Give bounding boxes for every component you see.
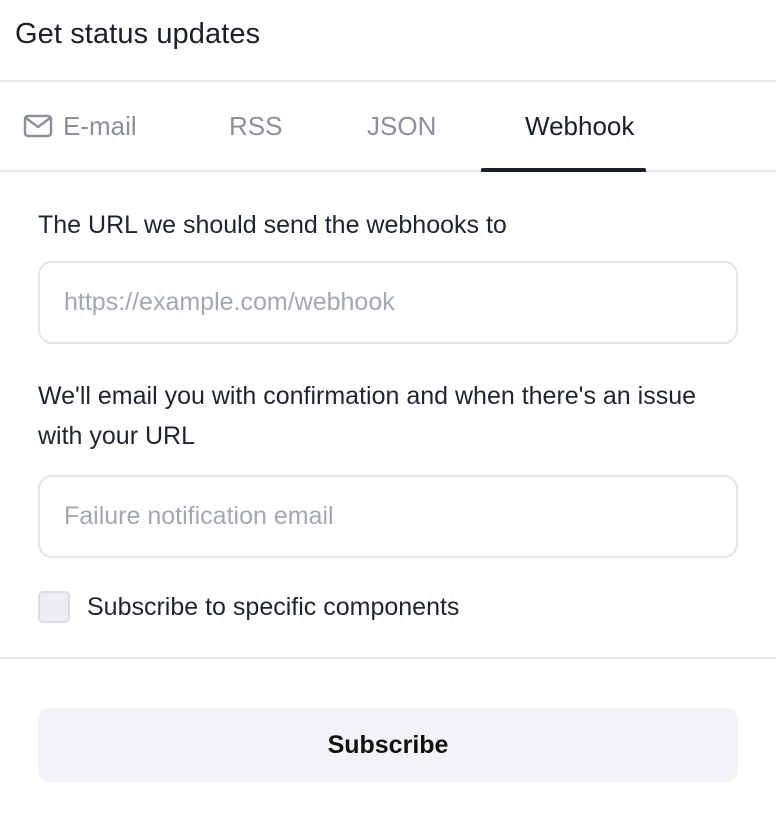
tab-webhook-label: Webhook xyxy=(525,110,635,141)
active-tab-indicator xyxy=(481,168,646,172)
status-updates-panel: Get status updates E-mail RSS JSON Webho… xyxy=(0,0,776,822)
failure-email-label: We'll email you with confirmation and wh… xyxy=(38,382,697,450)
panel-header: Get status updates xyxy=(0,0,776,82)
tab-bar: E-mail RSS JSON Webhook xyxy=(0,82,776,172)
page-title: Get status updates xyxy=(15,17,261,50)
components-checkbox-label[interactable]: Subscribe to specific components xyxy=(87,593,459,622)
components-checkbox-row[interactable]: Subscribe to specific components xyxy=(38,591,738,623)
tab-rss-label: RSS xyxy=(229,110,283,141)
footer-divider xyxy=(0,657,776,659)
subscribe-button[interactable]: Subscribe xyxy=(38,708,738,782)
components-checkbox[interactable] xyxy=(38,591,70,623)
tab-json-label: JSON xyxy=(367,110,437,141)
failure-email-input[interactable] xyxy=(38,475,738,558)
webhook-url-label: The URL we should send the webhooks to xyxy=(38,211,507,239)
webhook-form: The URL we should send the webhooks to W… xyxy=(0,205,776,623)
tab-email-label: E-mail xyxy=(63,110,137,141)
tab-json[interactable]: JSON xyxy=(367,82,436,170)
webhook-url-input[interactable] xyxy=(38,261,738,344)
tab-webhook[interactable]: Webhook xyxy=(525,82,634,170)
mail-icon xyxy=(23,114,53,138)
tab-email[interactable]: E-mail xyxy=(23,82,137,170)
tab-rss[interactable]: RSS xyxy=(229,82,282,170)
